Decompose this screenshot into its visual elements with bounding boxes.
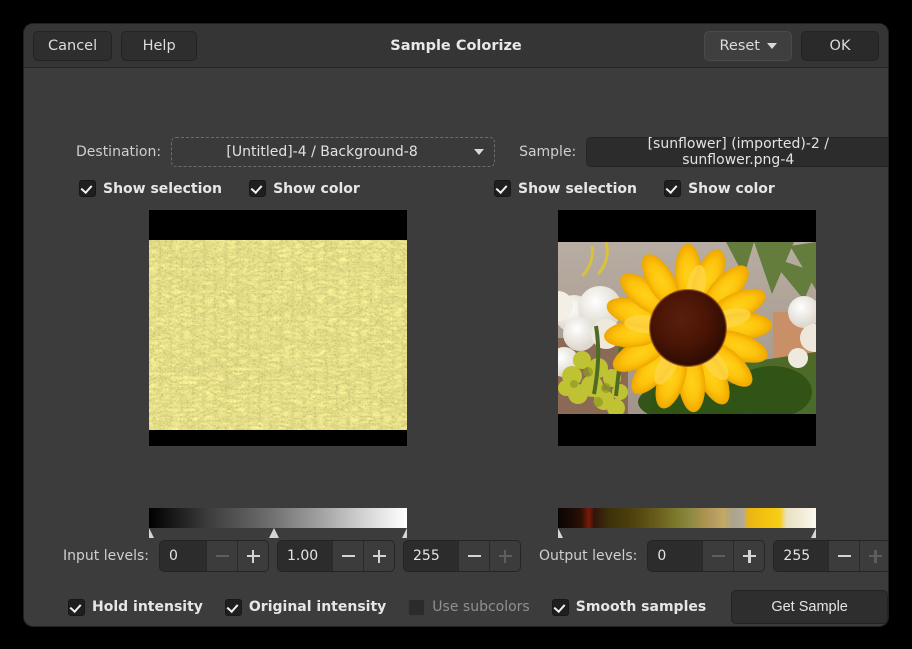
sample-show-color-checkbox[interactable]: Show color (664, 180, 775, 197)
sample-marker-high[interactable] (811, 528, 816, 538)
input-high-increment-button[interactable] (489, 541, 520, 571)
destination-value: [Untitled]-4 / Background-8 (182, 144, 474, 160)
sample-value: [sunflower] (imported)-2 / sunflower.png… (597, 136, 888, 168)
checkmark-icon (249, 180, 266, 197)
smooth-samples-label: Smooth samples (576, 599, 706, 615)
destination-dropdown[interactable]: [Untitled]-4 / Background-8 (171, 137, 495, 167)
level-marker-low[interactable] (149, 528, 154, 538)
dialog-header-bar: Cancel Help Sample Colorize Reset OK (24, 24, 888, 68)
output-high-value[interactable]: 255 (774, 541, 828, 571)
reset-dropdown-button[interactable]: Reset (704, 31, 792, 61)
checkmark-icon (664, 180, 681, 197)
checkmark-icon (68, 599, 85, 616)
output-low-value[interactable]: 0 (648, 541, 702, 571)
use-subcolors-label: Use subcolors (432, 599, 529, 615)
smooth-samples-checkbox[interactable]: Smooth samples (552, 599, 706, 616)
sample-show-selection-checkbox[interactable]: Show selection (494, 180, 637, 197)
sample-label: Sample: (519, 144, 576, 160)
original-intensity-label: Original intensity (249, 599, 386, 615)
use-subcolors-checkbox[interactable]: Use subcolors (408, 599, 529, 616)
input-gamma-increment-button[interactable] (363, 541, 394, 571)
output-levels-label: Output levels: (539, 548, 637, 564)
destination-preview-image (149, 240, 407, 430)
level-marker-high[interactable] (402, 528, 407, 538)
sample-show-color-label: Show color (688, 181, 775, 197)
sample-group: Sample: [sunflower] (imported)-2 / sunfl… (519, 137, 888, 167)
sample-colorize-dialog: Cancel Help Sample Colorize Reset OK Des… (24, 24, 888, 626)
destination-preview-bottom-band (149, 430, 407, 446)
cancel-button[interactable]: Cancel (33, 31, 112, 61)
destination-show-color-checkbox[interactable]: Show color (249, 180, 360, 197)
sample-toggles: Show selection Show color (494, 180, 775, 201)
output-low-decrement-button[interactable] (702, 541, 733, 571)
checkmark-icon (79, 180, 96, 197)
sample-show-selection-label: Show selection (518, 181, 637, 197)
destination-gradient-bar[interactable] (149, 508, 407, 528)
levels-row: Input levels: 0 1.00 255 (24, 540, 888, 572)
destination-group: Destination: [Untitled]-4 / Background-8 (76, 137, 495, 167)
header-right-buttons: Reset OK (704, 31, 879, 61)
input-gamma-value[interactable]: 1.00 (278, 541, 332, 571)
input-gamma-spinner[interactable]: 1.00 (277, 540, 395, 572)
preview-toggle-row: Show selection Show color Show selection… (24, 180, 888, 200)
sample-preview[interactable] (558, 210, 816, 446)
destination-preview[interactable] (149, 210, 407, 446)
input-gamma-decrement-button[interactable] (332, 541, 363, 571)
header-left-buttons: Cancel Help (33, 31, 197, 61)
output-high-increment-button[interactable] (859, 541, 888, 571)
output-high-decrement-button[interactable] (828, 541, 859, 571)
input-high-value[interactable]: 255 (404, 541, 458, 571)
sample-preview-image (558, 242, 816, 414)
sample-marker-low[interactable] (558, 528, 563, 538)
destination-toggles: Show selection Show color (79, 180, 360, 201)
destination-gradient-strip (149, 508, 407, 540)
output-high-spinner[interactable]: 255 (773, 540, 888, 572)
input-high-decrement-button[interactable] (458, 541, 489, 571)
input-low-decrement-button[interactable] (206, 541, 237, 571)
sample-preview-bottom-band (558, 414, 816, 446)
sample-dropdown[interactable]: [sunflower] (imported)-2 / sunflower.png… (586, 137, 888, 167)
options-row: Hold intensity Original intensity Use su… (24, 590, 888, 624)
checkmark-icon (494, 180, 511, 197)
sample-gradient-bar[interactable] (558, 508, 816, 528)
checkmark-icon (552, 599, 569, 616)
output-low-spinner[interactable]: 0 (647, 540, 765, 572)
input-low-spinner[interactable]: 0 (159, 540, 269, 572)
destination-show-selection-checkbox[interactable]: Show selection (79, 180, 222, 197)
ok-button[interactable]: OK (801, 31, 879, 61)
level-marker-mid[interactable] (269, 528, 279, 538)
input-low-increment-button[interactable] (237, 541, 268, 571)
sample-gradient-markers (558, 528, 816, 540)
dialog-content: Destination: [Untitled]-4 / Background-8… (24, 68, 888, 626)
destination-show-selection-label: Show selection (103, 181, 222, 197)
destination-gradient-markers (149, 528, 407, 540)
destination-label: Destination: (76, 144, 161, 160)
input-low-value[interactable]: 0 (160, 541, 206, 571)
checkmark-icon (225, 599, 242, 616)
output-levels-group: Output levels: 0 255 (539, 540, 888, 572)
help-button[interactable]: Help (121, 31, 197, 61)
destination-preview-top-band (149, 210, 407, 240)
chevron-down-icon (767, 43, 777, 49)
sample-preview-top-band (558, 210, 816, 242)
input-levels-group: Input levels: 0 1.00 255 (63, 540, 529, 572)
output-low-increment-button[interactable] (733, 541, 764, 571)
empty-checkbox-icon (408, 599, 425, 616)
destination-show-color-label: Show color (273, 181, 360, 197)
input-levels-label: Input levels: (63, 548, 149, 564)
hold-intensity-label: Hold intensity (92, 599, 203, 615)
sample-gradient-strip (558, 508, 816, 540)
source-selector-row: Destination: [Untitled]-4 / Background-8… (24, 136, 888, 168)
chevron-down-icon (474, 149, 484, 155)
get-sample-colors-button[interactable]: Get Sample Colors (731, 590, 888, 624)
input-high-spinner[interactable]: 255 (403, 540, 521, 572)
hold-intensity-checkbox[interactable]: Hold intensity (68, 599, 203, 616)
reset-label: Reset (719, 32, 760, 60)
original-intensity-checkbox[interactable]: Original intensity (225, 599, 386, 616)
